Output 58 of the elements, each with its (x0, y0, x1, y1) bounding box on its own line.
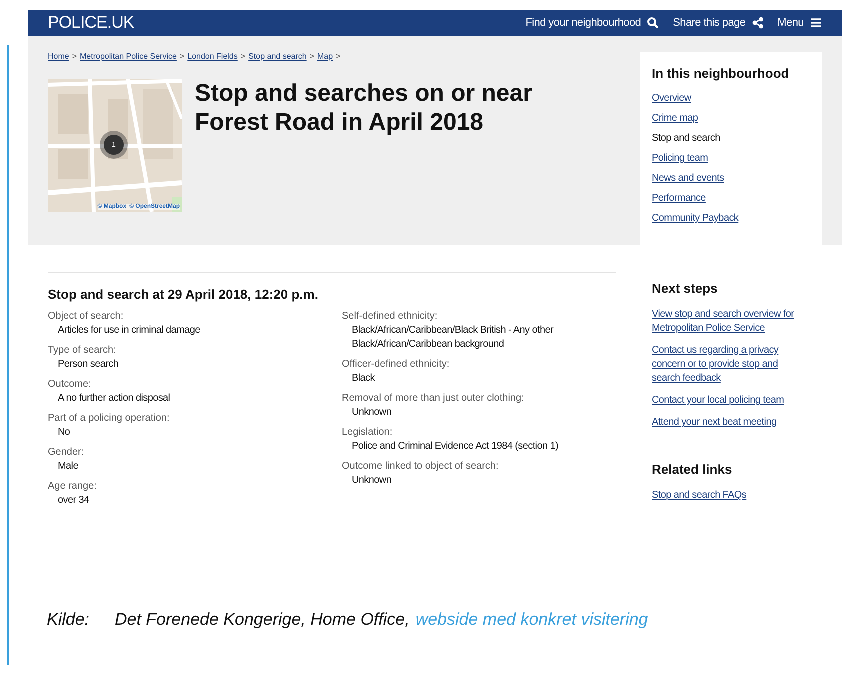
field-value: Male (57, 460, 80, 474)
field-value: Unknown (351, 474, 393, 488)
share-button[interactable]: Share this page (673, 17, 764, 29)
search-icon (647, 17, 660, 29)
caption-text: Det Forenede Kongerige, Home Office, (115, 610, 410, 630)
next-step-link[interactable]: Attend your next beat meeting (652, 416, 802, 430)
breadcrumb-link[interactable]: Metropolitan Police Service (80, 52, 177, 61)
breadcrumb-separator: > (72, 52, 78, 61)
field-label: Type of search: (48, 345, 118, 356)
site-logo[interactable]: POLICE.UK (48, 13, 134, 33)
next-step-link[interactable]: Contact us regarding a privacy concern or to provide stop and search feedback (652, 344, 802, 386)
field-label: Self-defined ethnicity: (342, 311, 439, 322)
field-value: No (57, 426, 72, 440)
field-label: Part of a policing operation: (48, 413, 171, 424)
caption-label: Kilde: (47, 610, 91, 630)
field-value: Unknown (351, 406, 393, 420)
breadcrumb-separator: > (240, 52, 246, 61)
sidebar-link[interactable]: Performance (652, 193, 706, 204)
field-label: Outcome: (48, 379, 92, 390)
next-step-link[interactable]: Contact your local policing team (652, 394, 802, 408)
field-value: Person search (57, 358, 120, 372)
sidebar-link[interactable]: Overview (652, 93, 692, 104)
field-label: Gender: (48, 447, 86, 458)
field-label: Object of search: (48, 311, 125, 322)
section-heading: Related links (652, 462, 734, 477)
sidebar-link[interactable]: Crime map (652, 113, 698, 124)
sidebar-heading: In this neighbourhood (652, 66, 790, 81)
menu-button[interactable]: Menu (778, 17, 822, 29)
field-value: Articles for use in criminal damage (57, 324, 202, 338)
field-label: Outcome linked to object of search: (342, 461, 500, 472)
sidebar-link[interactable]: Community Payback (652, 213, 739, 224)
page-title: Stop and searches on or near Forest Road in April 2018 (195, 79, 534, 138)
breadcrumb-link[interactable]: Home (48, 52, 70, 61)
field-label: Removal of more than just outer clothing: (342, 393, 526, 404)
sidebar-link[interactable]: News and events (652, 173, 724, 184)
sidebar-item[interactable]: Stop and search (652, 133, 720, 144)
related-link[interactable]: Stop and search FAQs (652, 489, 802, 503)
field-value: Black/African/Caribbean/Black British - Any other Black/African/Caribbean background (351, 324, 555, 352)
breadcrumb-separator: > (310, 52, 314, 61)
breadcrumb-separator: > (180, 52, 185, 61)
field-value: Police and Criminal Evidence Act 1984 (section 1) (351, 440, 560, 454)
field-value: A no further action disposal (57, 392, 172, 406)
next-step-link[interactable]: View stop and search overview for Metropolitan Police Service (652, 308, 802, 336)
breadcrumb-link[interactable]: Map (318, 52, 334, 61)
share-icon (752, 17, 764, 29)
section-heading: Next steps (652, 281, 719, 296)
breadcrumb-link[interactable]: Stop and search (248, 52, 307, 61)
menu-icon (810, 17, 822, 29)
field-label: Officer-defined ethnicity: (342, 359, 451, 370)
search-button[interactable]: Find your neighbourhood (526, 17, 660, 29)
field-value: over 34 (57, 494, 90, 508)
breadcrumb-link[interactable]: London Fields (188, 52, 238, 61)
field-label: Legislation: (342, 427, 394, 438)
record-heading: Stop and search at 29 April 2018, 12:20 p.m. (48, 287, 320, 302)
field-label: Age range: (48, 481, 98, 492)
breadcrumb-separator: > (336, 52, 341, 61)
field-value: Black (351, 372, 376, 386)
sidebar-link[interactable]: Policing team (652, 153, 708, 164)
